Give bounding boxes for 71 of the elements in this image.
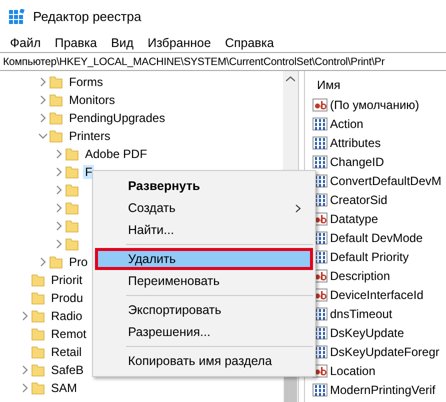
context-menu-item[interactable]: Развернуть [95,175,313,197]
folder-icon [31,345,45,359]
value-name[interactable]: ChangeID [330,154,384,168]
value-name[interactable]: Description [330,268,390,282]
folder-icon [31,381,45,395]
folder-icon [49,129,63,143]
value-name[interactable]: Default DevMode [330,230,423,244]
folder-icon [31,273,45,287]
string-value-icon [312,96,328,112]
tree-item[interactable]: SAM [49,381,80,395]
scroll-up-icon[interactable] [286,76,295,82]
tree-item[interactable]: Retail [49,345,84,359]
menu-item[interactable]: Правка [48,36,104,50]
context-menu-item[interactable]: Копировать имя раздела [95,350,313,372]
value-name[interactable]: DsKeyUpdateForegr [330,344,440,358]
folder-icon [49,255,63,269]
value-name[interactable]: Attributes [330,136,381,150]
context-menu-item[interactable]: Создать [95,197,313,219]
folder-icon [65,165,79,179]
column-header[interactable]: Имя [312,75,446,95]
context-menu-item[interactable]: Переименовать [95,270,313,292]
value-name[interactable]: CreatorSid [330,192,388,206]
menu-item[interactable]: Справка [218,36,281,50]
value-name[interactable]: Action [330,116,364,130]
tree-item[interactable]: Monitors [67,93,118,107]
folder-icon [31,327,45,341]
tree-item[interactable]: Pro [67,255,90,269]
context-menu-item[interactable]: Экспортировать [95,299,313,321]
value-name[interactable]: ModernPrintingVerif [330,382,436,396]
tree-item[interactable]: Adobe PDF [83,147,150,161]
folder-icon [65,147,79,161]
tree-item[interactable]: PendingUpgrades [67,111,168,125]
tree-item[interactable]: Forms [67,75,105,89]
tree-item[interactable]: Produ [49,291,86,305]
menu-item[interactable]: Вид [104,36,141,50]
folder-icon [31,309,45,323]
value-name[interactable]: DeviceInterfaceId [330,288,424,302]
tree-item[interactable]: SafeB [49,363,86,377]
tree-item[interactable]: Radio [49,309,84,323]
binary-value-icon [312,382,328,398]
value-name[interactable]: Default Priority [330,250,409,264]
value-name[interactable]: (По умолчанию) [330,98,420,112]
value-name[interactable]: dnsTimeout [330,306,392,320]
folder-icon [31,291,45,305]
folder-icon [65,219,79,233]
window-title: Редактор реестра [33,9,142,24]
binary-value-icon [312,154,328,170]
folder-icon [65,201,79,215]
folder-icon [49,75,63,89]
binary-value-icon [312,134,328,150]
tree-item[interactable]: Printers [67,129,112,143]
value-name[interactable]: DsKeyUpdate [330,326,404,340]
app-icon [9,8,25,24]
value-name[interactable]: Datatype [330,212,378,226]
binary-value-icon [312,116,328,132]
tree-item[interactable]: Priorit [49,273,84,287]
menu-item[interactable]: Избранное [140,36,218,50]
menu-item[interactable]: Файл [3,36,48,50]
folder-icon [49,111,63,125]
address-bar[interactable]: Компьютер\HKEY_LOCAL_MACHINE\SYSTEM\CurrentControlSet\Control\Print\Pr [0,52,446,71]
tree-item[interactable]: Remot [49,327,88,341]
context-menu-item[interactable]: Разрешения... [95,321,313,343]
value-name[interactable]: ConvertDefaultDevM [330,174,442,188]
folder-icon [31,363,45,377]
folder-icon [65,237,79,251]
context-menu-item[interactable]: Найти... [95,219,313,241]
folder-icon [49,93,63,107]
value-name[interactable]: Location [330,364,376,378]
context-menu-item[interactable]: Удалить [95,248,313,270]
scroll-thumb[interactable] [284,376,297,402]
folder-icon [65,183,79,197]
